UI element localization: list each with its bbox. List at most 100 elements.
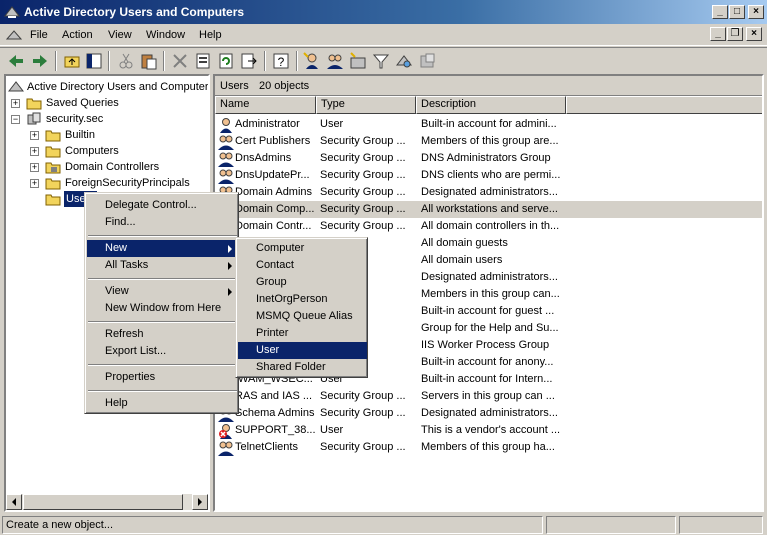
table-row[interactable]: Domain Contr... Security Group ... All dom… — [215, 218, 762, 235]
menu-separator — [88, 390, 237, 392]
table-row[interactable]: Schema Admins Security Group ... Designate… — [215, 405, 762, 422]
expand-icon[interactable]: + — [11, 99, 20, 108]
title-bar[interactable]: Active Directory Users and Computers _ □… — [0, 0, 767, 24]
table-row[interactable]: SUPPORT_38... User This is a vendor's acco… — [215, 422, 762, 439]
table-row[interactable]: RAS and IAS ... Security Group ... Servers… — [215, 388, 762, 405]
cell-description: Servers in this group can ... — [421, 390, 555, 402]
column-header-description[interactable]: Description — [416, 96, 566, 114]
toolbar-separator — [108, 51, 110, 71]
submenu-item-computer[interactable]: Computer — [238, 240, 367, 257]
menu-item-refresh[interactable]: Refresh — [87, 326, 238, 343]
expand-icon[interactable]: + — [30, 147, 39, 156]
collapse-icon[interactable]: − — [11, 115, 20, 124]
status-bar: Create a new object... — [0, 514, 767, 535]
folder-icon — [45, 130, 61, 142]
cell-description: DNS Administrators Group — [421, 152, 551, 164]
cell-name: Cert Publishers — [235, 135, 311, 147]
document-icon[interactable] — [6, 27, 22, 43]
menu-help[interactable]: Help — [199, 29, 222, 41]
table-row[interactable]: Administrator User Built-in account for ad… — [215, 116, 762, 133]
table-row[interactable]: Cert Publishers Security Group ... Members… — [215, 133, 762, 150]
menu-separator — [88, 321, 237, 323]
new-ou-icon[interactable] — [348, 51, 368, 71]
scroll-left-button[interactable] — [6, 494, 22, 510]
child-minimize-button[interactable]: _ — [710, 27, 726, 41]
menu-item-view[interactable]: View — [87, 283, 238, 300]
cell-type: Security Group ... — [320, 186, 406, 198]
column-header-type[interactable]: Type — [316, 96, 416, 114]
tree-horizontal-scrollbar[interactable] — [6, 494, 208, 510]
table-row[interactable]: DnsUpdatePr... Security Group ... DNS clie… — [215, 167, 762, 184]
window-title: Active Directory Users and Computers — [24, 5, 245, 19]
up-folder-icon[interactable] — [62, 51, 82, 71]
export-icon[interactable] — [239, 51, 259, 71]
submenu-item-inetorgperson[interactable]: InetOrgPerson — [238, 291, 367, 308]
cell-type: Security Group ... — [320, 441, 406, 453]
cut-icon[interactable] — [116, 51, 136, 71]
menu-item-export-list[interactable]: Export List... — [87, 343, 238, 360]
folder-icon — [45, 146, 61, 158]
menu-window[interactable]: Window — [146, 29, 185, 41]
add-to-group-icon[interactable] — [417, 51, 437, 71]
expand-icon[interactable]: + — [30, 179, 39, 188]
submenu-item-group[interactable]: Group — [238, 274, 367, 291]
submenu-item-shared-folder[interactable]: Shared Folder — [238, 359, 367, 376]
minimize-button[interactable]: _ — [712, 5, 728, 19]
table-row[interactable]: Domain Comp... Security Group ... All work… — [215, 201, 762, 218]
group-icon — [218, 169, 234, 184]
show-tree-icon[interactable] — [84, 51, 104, 71]
ad-users-computers-icon — [8, 81, 24, 92]
expand-icon[interactable]: + — [30, 163, 39, 172]
cell-name: Domain Comp... — [235, 203, 315, 215]
cell-description: Members of this group ha... — [421, 441, 555, 453]
scroll-thumb[interactable] — [23, 494, 183, 510]
submenu-item-contact[interactable]: Contact — [238, 257, 367, 274]
toolbar-separator — [264, 51, 266, 71]
table-row[interactable]: TelnetClients Security Group ... Members o… — [215, 439, 762, 456]
close-button[interactable]: × — [748, 5, 764, 19]
paste-icon[interactable] — [139, 51, 159, 71]
menu-file[interactable]: File — [30, 29, 48, 41]
find-icon[interactable] — [394, 51, 414, 71]
menu-item-label: New — [105, 242, 128, 254]
menu-item-properties[interactable]: Properties — [87, 369, 238, 386]
submenu-item-user[interactable]: User — [238, 342, 367, 359]
submenu-item-printer[interactable]: Printer — [238, 325, 367, 342]
submenu-item-msmq-queue-alias[interactable]: MSMQ Queue Alias — [238, 308, 367, 325]
table-row[interactable]: Domain Admins Security Group ... Designate… — [215, 184, 762, 201]
filter-icon[interactable] — [371, 51, 391, 71]
delete-icon[interactable] — [170, 51, 190, 71]
menu-separator — [88, 235, 237, 237]
cell-description: All workstations and serve... — [421, 203, 558, 215]
new-group-icon[interactable] — [325, 51, 345, 71]
cell-description: Members in this group can... — [421, 288, 560, 300]
refresh-icon[interactable] — [216, 51, 236, 71]
column-header-name[interactable]: Name — [215, 96, 316, 114]
submenu-arrow-icon — [228, 262, 232, 270]
context-menu: Delegate Control... Find... New All Task… — [84, 192, 239, 414]
menu-view[interactable]: View — [108, 29, 132, 41]
list-header-count: 20 objects — [259, 80, 310, 92]
properties-icon[interactable] — [193, 51, 213, 71]
maximize-button[interactable]: □ — [729, 5, 745, 19]
toolbar-separator — [163, 51, 165, 71]
menu-item-new-window[interactable]: New Window from Here — [87, 300, 238, 317]
menu-item-help[interactable]: Help — [87, 395, 238, 412]
menu-item-new[interactable]: New — [87, 240, 238, 257]
new-user-icon[interactable] — [302, 51, 322, 71]
back-icon[interactable] — [6, 51, 26, 71]
cell-name: DnsAdmins — [235, 152, 292, 164]
table-row[interactable]: DnsAdmins Security Group ... DNS Administr… — [215, 150, 762, 167]
expand-icon[interactable]: + — [30, 131, 39, 140]
menu-item-delegate-control[interactable]: Delegate Control... — [87, 197, 238, 214]
menu-action[interactable]: Action — [62, 29, 93, 41]
menu-item-all-tasks[interactable]: All Tasks — [87, 257, 238, 274]
scroll-right-button[interactable] — [192, 494, 208, 510]
forward-icon[interactable] — [30, 51, 50, 71]
menu-item-find[interactable]: Find... — [87, 214, 238, 231]
toolbar: ? — [0, 47, 767, 73]
cell-description: All domain controllers in th... — [421, 220, 560, 232]
child-close-button[interactable]: × — [746, 27, 762, 41]
child-restore-button[interactable]: ❐ — [727, 27, 743, 41]
help-icon[interactable]: ? — [271, 51, 291, 71]
